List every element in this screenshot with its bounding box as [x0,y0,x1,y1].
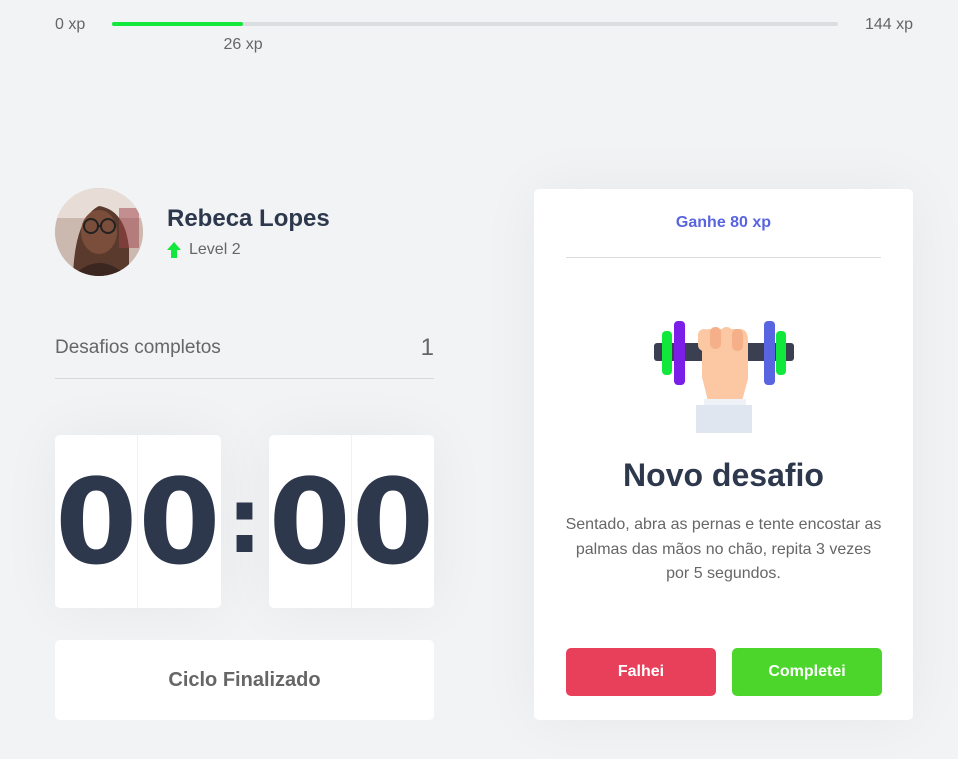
challenge-title: Novo desafio [623,457,824,493]
xp-max-label: 144 xp [864,16,913,33]
experience-bar: 0 xp 26 xp 144 xp [0,0,958,60]
countdown-digit: 0 [269,435,352,608]
countdown-digit: 0 [351,452,434,591]
countdown-digit: 0 [55,435,139,608]
dumbbell-hand-icon [654,321,794,433]
countdown-separator: : [226,469,263,574]
profile-info: Rebeca Lopes Level 2 [167,205,330,259]
completed-challenges-label: Desafios completos [55,337,221,358]
level-up-arrow-icon [167,242,181,258]
profile-level: Level 2 [167,241,330,259]
avatar [55,188,143,276]
xp-track [112,22,838,26]
countdown-seconds: 0 0 [268,435,434,608]
countdown: 0 0 : 0 0 [55,435,434,608]
countdown-digit: 0 [138,452,221,591]
profile-name: Rebeca Lopes [167,205,330,232]
challenge-reward: Ganhe 80 xp [566,189,881,258]
xp-current-label: 26 xp [223,36,263,53]
completed-challenges: Desafios completos 1 [55,318,434,379]
challenge-box: Ganhe 80 xp Novo desafio Sentado, abra a… [534,189,913,720]
completed-challenges-count: 1 [420,334,434,361]
xp-fill [112,22,244,26]
countdown-minutes: 0 0 [55,435,221,608]
fail-button[interactable]: Falhei [566,648,716,696]
profile-level-label: Level 2 [189,241,241,258]
profile: Rebeca Lopes Level 2 [55,188,330,276]
cycle-finished-button[interactable]: Ciclo Finalizado [55,640,434,720]
challenge-description: Sentado, abra as pernas e tente encostar… [565,516,882,582]
xp-min-label: 0 xp [55,16,86,33]
complete-button[interactable]: Completei [732,648,882,696]
